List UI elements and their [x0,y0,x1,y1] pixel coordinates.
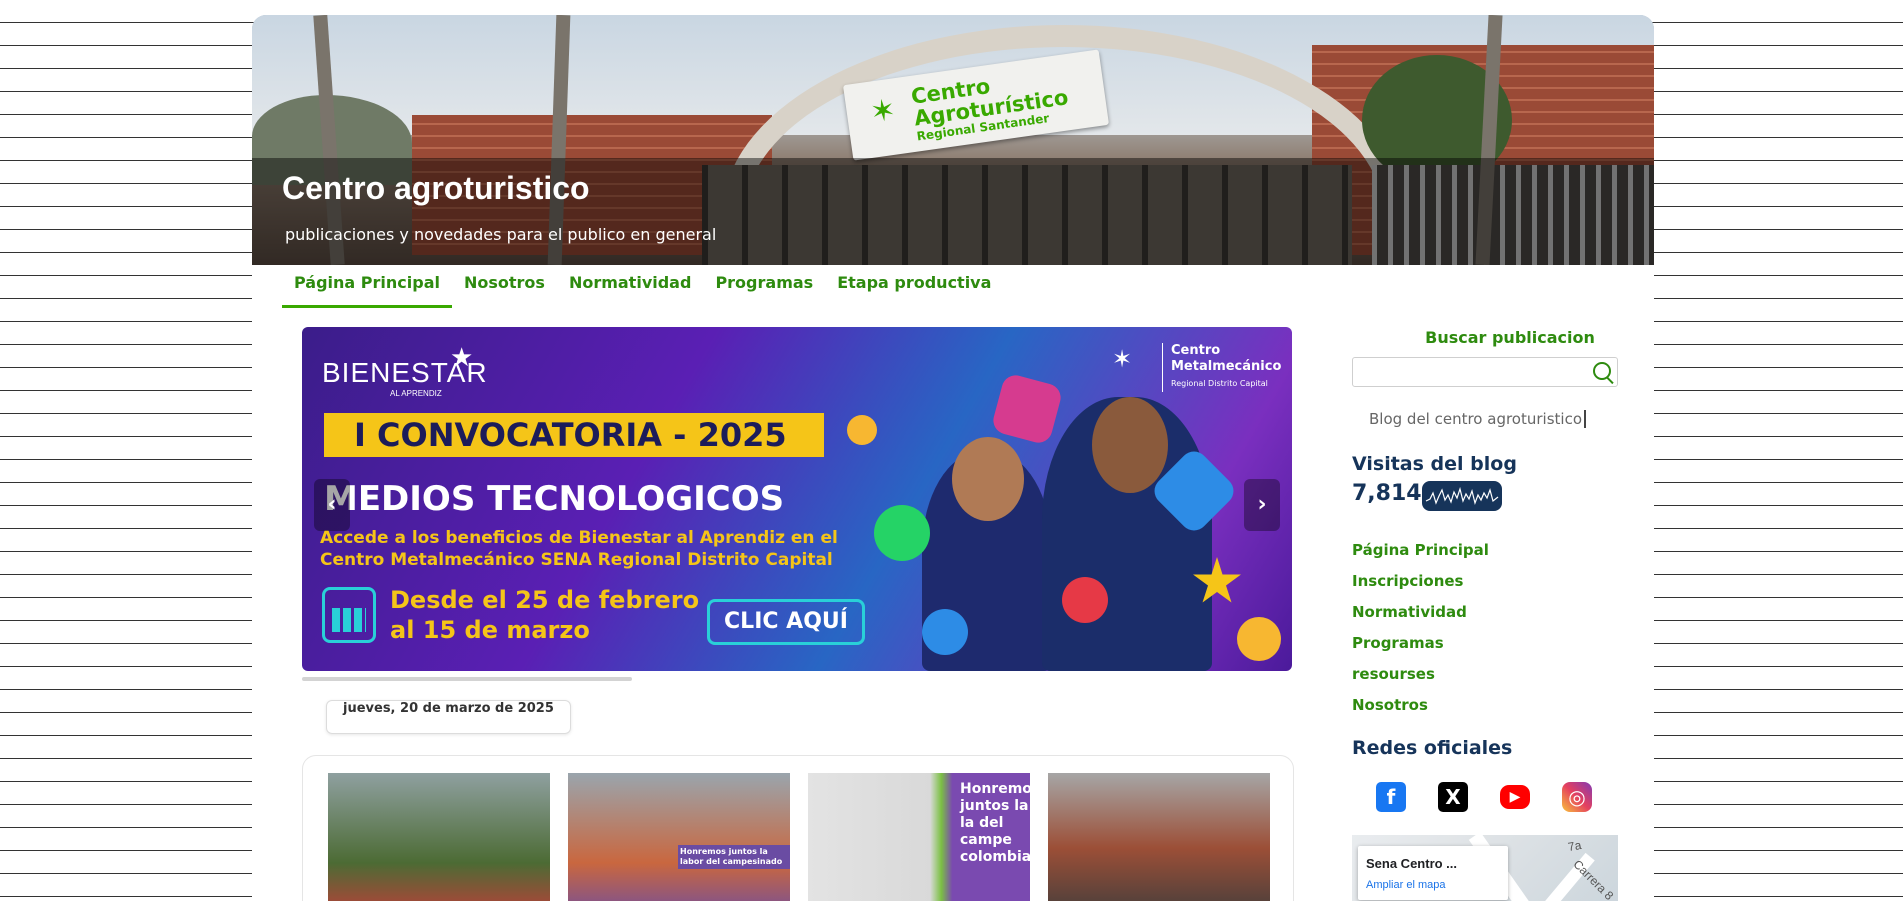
chevron-right-icon[interactable]: › [1244,479,1280,531]
nav-item-pagina-principal[interactable]: Página Principal [282,273,452,308]
post-thumbnail[interactable]: Honremos juntos la la del campe colombia… [808,773,1030,901]
social-title: Redes oficiales [1352,737,1513,759]
map-place-name: Sena Centro ... [1366,856,1458,871]
center-region: Regional Distrito Capital [1171,379,1268,388]
calendar-icon [322,587,376,643]
dates-line-2: al 15 de marzo [390,616,590,644]
emoji-icon [1237,617,1281,661]
page-link-pagina-principal[interactable]: Página Principal [1352,540,1489,571]
sparkline-graphic [1425,486,1499,506]
blog-page: ✶ Centro Agroturístico Regional Santander… [252,15,1654,901]
map-street-label: 7a [1566,837,1583,855]
nav-item-programas[interactable]: Programas [703,273,825,305]
slider-progress [302,677,632,681]
clic-aqui-button[interactable]: CLIC AQUÍ [707,599,865,645]
featured-slider[interactable]: BIENESTAR ★ AL APRENDIZ ✶ Centro Metalme… [302,327,1292,671]
pages-list: Página Principal Inscripciones Normativi… [1352,540,1489,726]
slide-headline: MEDIOS TECNOLOGICOS [324,479,785,519]
sena-logo-icon: ✶ [1112,345,1133,373]
facebook-icon[interactable]: f [1376,782,1406,812]
post-thumbnail[interactable] [1048,773,1270,901]
slide-body: Accede a los beneficios de Bienestar al … [320,528,838,570]
nav-item-nosotros[interactable]: Nosotros [452,273,557,305]
map-enlarge-link[interactable]: Ampliar el mapa [1366,879,1445,891]
bubble-icon [922,609,968,655]
blog-description: publicaciones y novedades para el public… [285,225,717,244]
search-icon[interactable] [1593,362,1611,380]
page-link-normatividad[interactable]: Normatividad [1352,602,1489,633]
bienestar-sub: AL APRENDIZ [390,389,442,398]
page-link-resourses[interactable]: resourses [1352,664,1489,695]
slide-dates: Desde el 25 de febrero al 15 de marzo [390,585,699,645]
heart-icon [990,372,1064,446]
dates-line-1: Desde el 25 de febrero [390,586,700,614]
emoji-icon [847,415,877,445]
search-input[interactable] [1352,357,1618,387]
blog-centro-link[interactable]: Blog del centro agroturistico [1369,410,1586,428]
visits-count: 7,814 [1352,481,1422,506]
nav-item-etapa-productiva[interactable]: Etapa productiva [825,273,1003,305]
x-icon[interactable]: X [1438,782,1468,812]
map-info-card: Sena Centro ... Ampliar el mapa [1358,846,1508,900]
page-link-inscripciones[interactable]: Inscripciones [1352,571,1489,602]
page-link-nosotros[interactable]: Nosotros [1352,695,1489,726]
page-link-programas[interactable]: Programas [1352,633,1489,664]
star-icon: ★ [450,343,474,373]
convocatoria-banner: I CONVOCATORIA - 2025 [324,413,824,457]
chevron-left-icon[interactable]: ‹ [314,479,350,531]
whatsapp-icon [874,505,930,561]
main-nav: Página Principal Nosotros Normatividad P… [282,273,1003,308]
chat-icon [1062,577,1108,623]
center-label: Centro Metalmecánico Regional Distrito C… [1162,343,1292,392]
sena-logo-icon: ✶ [868,92,898,131]
center-name: Centro Metalmecánico [1171,343,1282,374]
header-banner: ✶ Centro Agroturístico Regional Santander… [252,15,1654,265]
thumbnail-caption: Honremos juntos la labor del campesinado [678,845,790,869]
student-head [1092,397,1168,493]
blog-title[interactable]: Centro agroturistico [282,170,590,207]
search-title: Buscar publicacion [1425,328,1595,347]
instagram-icon[interactable]: ◎ [1562,782,1592,812]
student-head [952,437,1024,521]
visits-title: Visitas del blog [1352,453,1517,475]
youtube-icon[interactable]: ▶ [1500,785,1530,809]
nav-item-normatividad[interactable]: Normatividad [557,273,704,305]
post-thumbnail[interactable] [328,773,550,901]
thumbnail-caption: Honremos juntos la la del campe colombia… [960,781,1030,865]
post-thumbnail[interactable]: Honremos juntos la labor del campesinado [568,773,790,901]
post-date: jueves, 20 de marzo de 2025 [326,700,571,734]
visits-sparkline [1422,481,1502,511]
